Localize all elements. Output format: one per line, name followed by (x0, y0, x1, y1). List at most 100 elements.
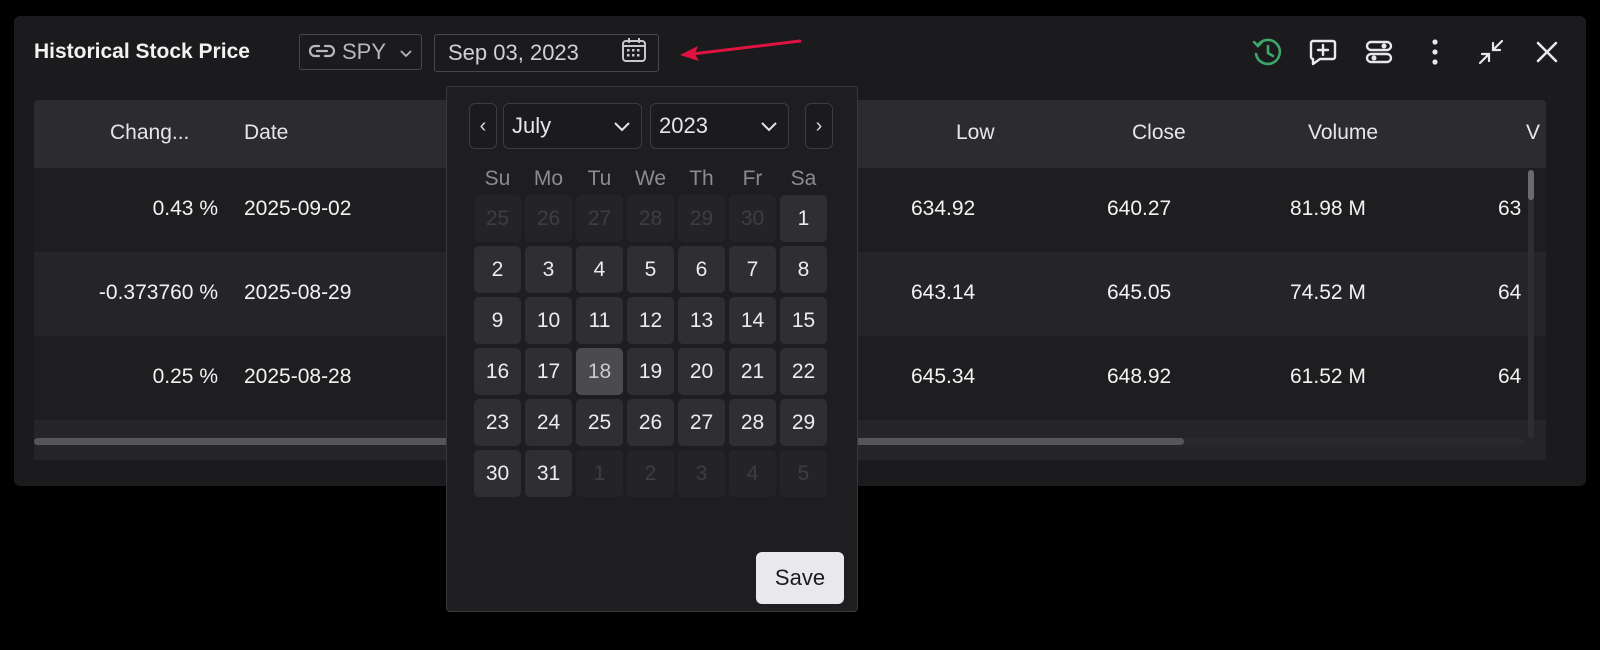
chevron-down-icon (760, 113, 778, 139)
calendar-day[interactable]: 30 (729, 195, 776, 242)
cell-volume: 74.52 M (1290, 281, 1366, 304)
calendar-day[interactable]: 29 (678, 195, 725, 242)
calendar-day-selected[interactable]: 18 (576, 348, 623, 395)
weekday-label: Su (484, 167, 511, 190)
month-select[interactable]: July (503, 103, 642, 149)
next-month-button[interactable]: › (805, 103, 833, 149)
calendar-day[interactable]: 13 (678, 297, 725, 344)
vertical-scrollbar-thumb[interactable] (1528, 170, 1534, 200)
calendar-day[interactable]: 5 (627, 246, 674, 293)
calendar-day[interactable]: 1 (576, 450, 623, 497)
cell-date: 2025-08-29 (244, 281, 352, 304)
ticker-symbol: SPY (342, 39, 387, 64)
cell-v: 64 (1498, 281, 1522, 304)
calendar-day[interactable]: 14 (729, 297, 776, 344)
calendar-day[interactable]: 23 (474, 399, 521, 446)
calendar-day[interactable]: 3 (678, 450, 725, 497)
calendar-day[interactable]: 28 (627, 195, 674, 242)
calendar-day[interactable]: 16 (474, 348, 521, 395)
calendar-icon (620, 36, 648, 70)
calendar-day[interactable]: 11 (576, 297, 623, 344)
calendar-day[interactable]: 22 (780, 348, 827, 395)
chevron-down-icon (613, 113, 631, 139)
calendar-day[interactable]: 4 (576, 246, 623, 293)
weekday-label: Mo (533, 167, 564, 190)
widget-title: Historical Stock Price (34, 40, 250, 63)
close-icon[interactable] (1530, 34, 1564, 70)
calendar-day[interactable]: 19 (627, 348, 674, 395)
calendar-day[interactable]: 7 (729, 246, 776, 293)
cell-volume: 61.52 M (1290, 365, 1366, 388)
calendar-day[interactable]: 30 (474, 450, 521, 497)
calendar-day[interactable]: 26 (627, 399, 674, 446)
calendar-day[interactable]: 9 (474, 297, 521, 344)
calendar-day[interactable]: 20 (678, 348, 725, 395)
calendar-day[interactable]: 26 (525, 195, 572, 242)
settings-sliders-icon[interactable] (1362, 34, 1396, 70)
date-picker-input[interactable]: Sep 03, 2023 (434, 34, 659, 72)
cell-v: 64 (1498, 365, 1522, 388)
more-vertical-icon[interactable] (1418, 34, 1452, 70)
calendar-day[interactable]: 21 (729, 348, 776, 395)
cell-low: 634.92 (911, 197, 976, 220)
calendar-day[interactable]: 5 (780, 450, 827, 497)
cell-close: 640.27 (1107, 197, 1172, 220)
calendar-day[interactable]: 6 (678, 246, 725, 293)
cell-low: 645.34 (911, 365, 976, 388)
year-select[interactable]: 2023 (650, 103, 789, 149)
date-value: Sep 03, 2023 (448, 40, 579, 65)
cell-volume: 81.98 M (1290, 197, 1366, 220)
chevron-down-icon (399, 39, 413, 65)
calendar-day[interactable]: 10 (525, 297, 572, 344)
calendar-day[interactable]: 27 (678, 399, 725, 446)
link-icon (308, 39, 336, 65)
weekday-label: Th (689, 167, 714, 190)
prev-month-button[interactable]: ‹ (469, 103, 497, 149)
column-header-close[interactable]: Close (1132, 121, 1186, 145)
add-comment-icon[interactable] (1306, 34, 1340, 70)
cell-date: 2025-08-28 (244, 365, 352, 388)
cell-change: 0.43 % (152, 197, 218, 220)
minimize-icon[interactable] (1474, 34, 1508, 70)
column-header-date[interactable]: Date (244, 121, 288, 145)
month-value: July (512, 113, 552, 138)
calendar-day[interactable]: 25 (474, 195, 521, 242)
calendar-day[interactable]: 2 (627, 450, 674, 497)
annotation-arrow (680, 39, 802, 61)
calendar-day[interactable]: 27 (576, 195, 623, 242)
calendar-day[interactable]: 25 (576, 399, 623, 446)
cell-close: 648.92 (1107, 365, 1172, 388)
weekday-label: We (634, 167, 667, 190)
calendar-day[interactable]: 31 (525, 450, 572, 497)
ticker-selector[interactable]: SPY (299, 34, 422, 70)
calendar-day[interactable]: 17 (525, 348, 572, 395)
calendar-day[interactable]: 24 (525, 399, 572, 446)
calendar-day[interactable]: 29 (780, 399, 827, 446)
calendar-day[interactable]: 2 (474, 246, 521, 293)
cell-close: 645.05 (1107, 281, 1172, 304)
date-picker-popup: ‹ July 2023 › Su Mo Tu We Th Fr Sa 25 26 2… (446, 86, 858, 612)
save-button[interactable]: Save (756, 552, 844, 604)
weekday-label: Fr (742, 167, 763, 190)
calendar-day[interactable]: 28 (729, 399, 776, 446)
cell-change: 0.25 % (152, 365, 218, 388)
history-icon[interactable] (1250, 34, 1284, 70)
widget-actions (1250, 34, 1564, 70)
calendar-day[interactable]: 1 (780, 195, 827, 242)
cell-v: 63 (1498, 197, 1522, 220)
cell-change: -0.373760 % (98, 281, 218, 304)
calendar-day[interactable]: 15 (780, 297, 827, 344)
column-header-low[interactable]: Low (956, 121, 995, 145)
year-value: 2023 (659, 113, 708, 138)
column-header-change[interactable]: Chang... (110, 121, 189, 145)
cell-low: 643.14 (911, 281, 976, 304)
calendar-day[interactable]: 12 (627, 297, 674, 344)
weekday-label: Tu (587, 167, 612, 190)
calendar-day[interactable]: 4 (729, 450, 776, 497)
calendar-day[interactable]: 8 (780, 246, 827, 293)
cell-date: 2025-09-02 (244, 197, 352, 220)
column-header-v[interactable]: V (1526, 121, 1540, 145)
vertical-scrollbar[interactable] (1528, 170, 1534, 438)
calendar-day[interactable]: 3 (525, 246, 572, 293)
column-header-volume[interactable]: Volume (1308, 121, 1378, 145)
